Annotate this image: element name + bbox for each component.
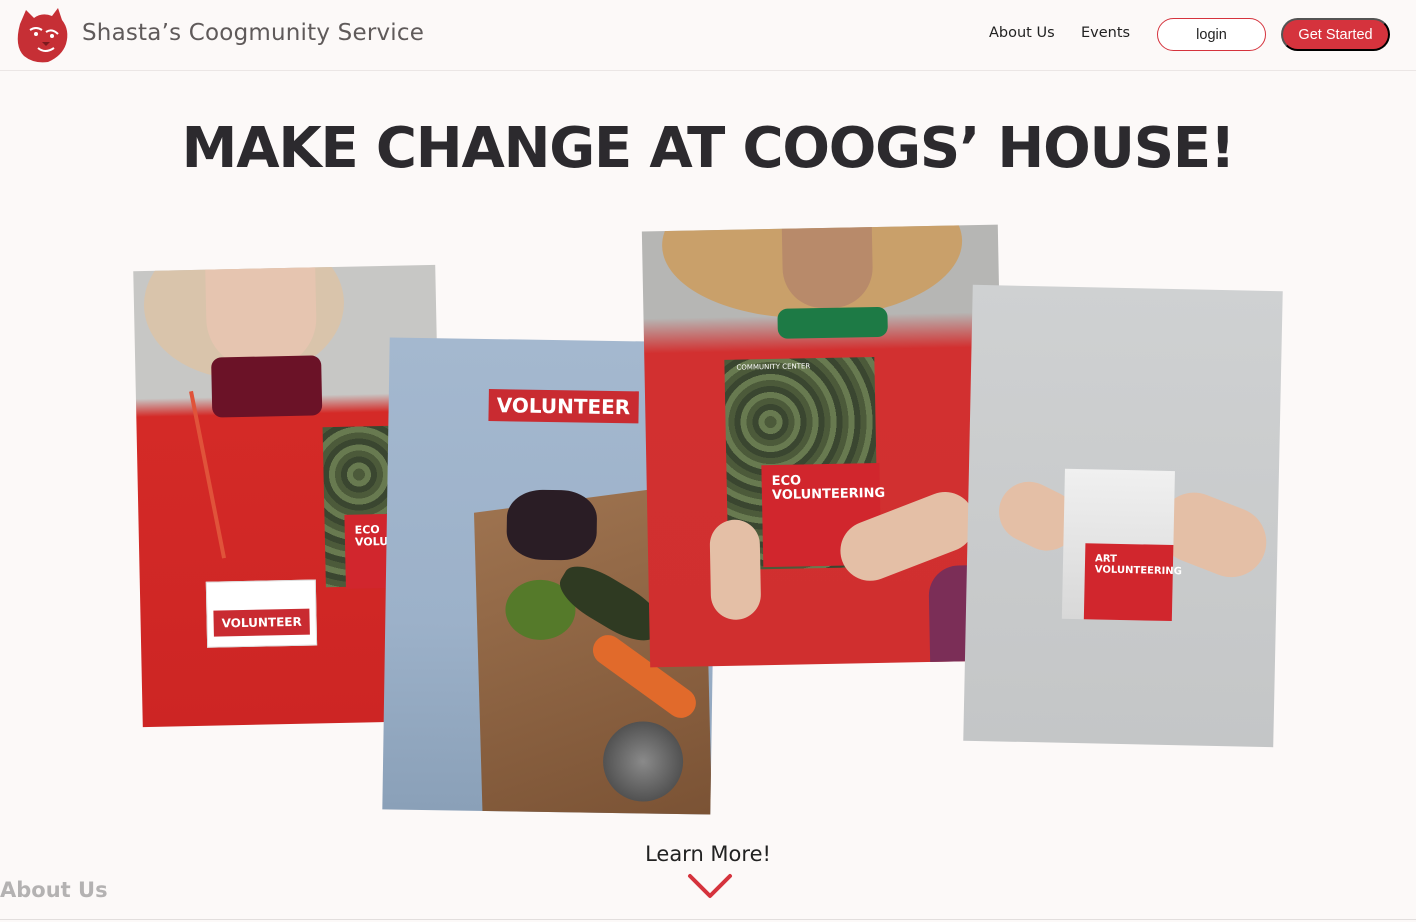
name-badge: VOLUNTEER (205, 579, 318, 648)
hand-shape (709, 519, 762, 621)
photo-eco-card: COMMUNITY CENTER ECO VOLUNTEERING (641, 224, 1007, 668)
nav-events[interactable]: Events (1081, 25, 1130, 41)
eggplant-shape (506, 489, 598, 561)
face-shape (205, 264, 318, 370)
card-header-text: COMMUNITY CENTER (736, 362, 811, 372)
face-shape (781, 227, 874, 309)
volunteer-tag: VOLUNTEER (488, 389, 639, 424)
site-header: Shasta’s Coogmunity Service About Us Eve… (0, 0, 1416, 71)
get-started-button[interactable]: Get Started (1281, 18, 1390, 51)
chevron-down-icon[interactable] (686, 872, 734, 900)
green-collar-shape (777, 306, 888, 339)
nav-about-us[interactable]: About Us (989, 25, 1055, 41)
cougar-head-icon[interactable] (12, 4, 70, 66)
about-us-section-title: About Us (0, 878, 108, 902)
badge-label: VOLUNTEER (213, 608, 311, 637)
login-button[interactable]: login (1157, 18, 1266, 51)
learn-more-link[interactable]: Learn More! (0, 842, 1416, 866)
art-card-title: ART VOLUNTEERING (1083, 543, 1182, 622)
photo-art-card: ART VOLUNTEERING (963, 284, 1283, 748)
section-divider (0, 919, 1416, 920)
hero-headline: MAKE CHANGE AT COOGS’ HOUSE! (181, 116, 1236, 181)
turtleneck-shape (211, 355, 323, 418)
brand-name[interactable]: Shasta’s Coogmunity Service (82, 20, 424, 46)
